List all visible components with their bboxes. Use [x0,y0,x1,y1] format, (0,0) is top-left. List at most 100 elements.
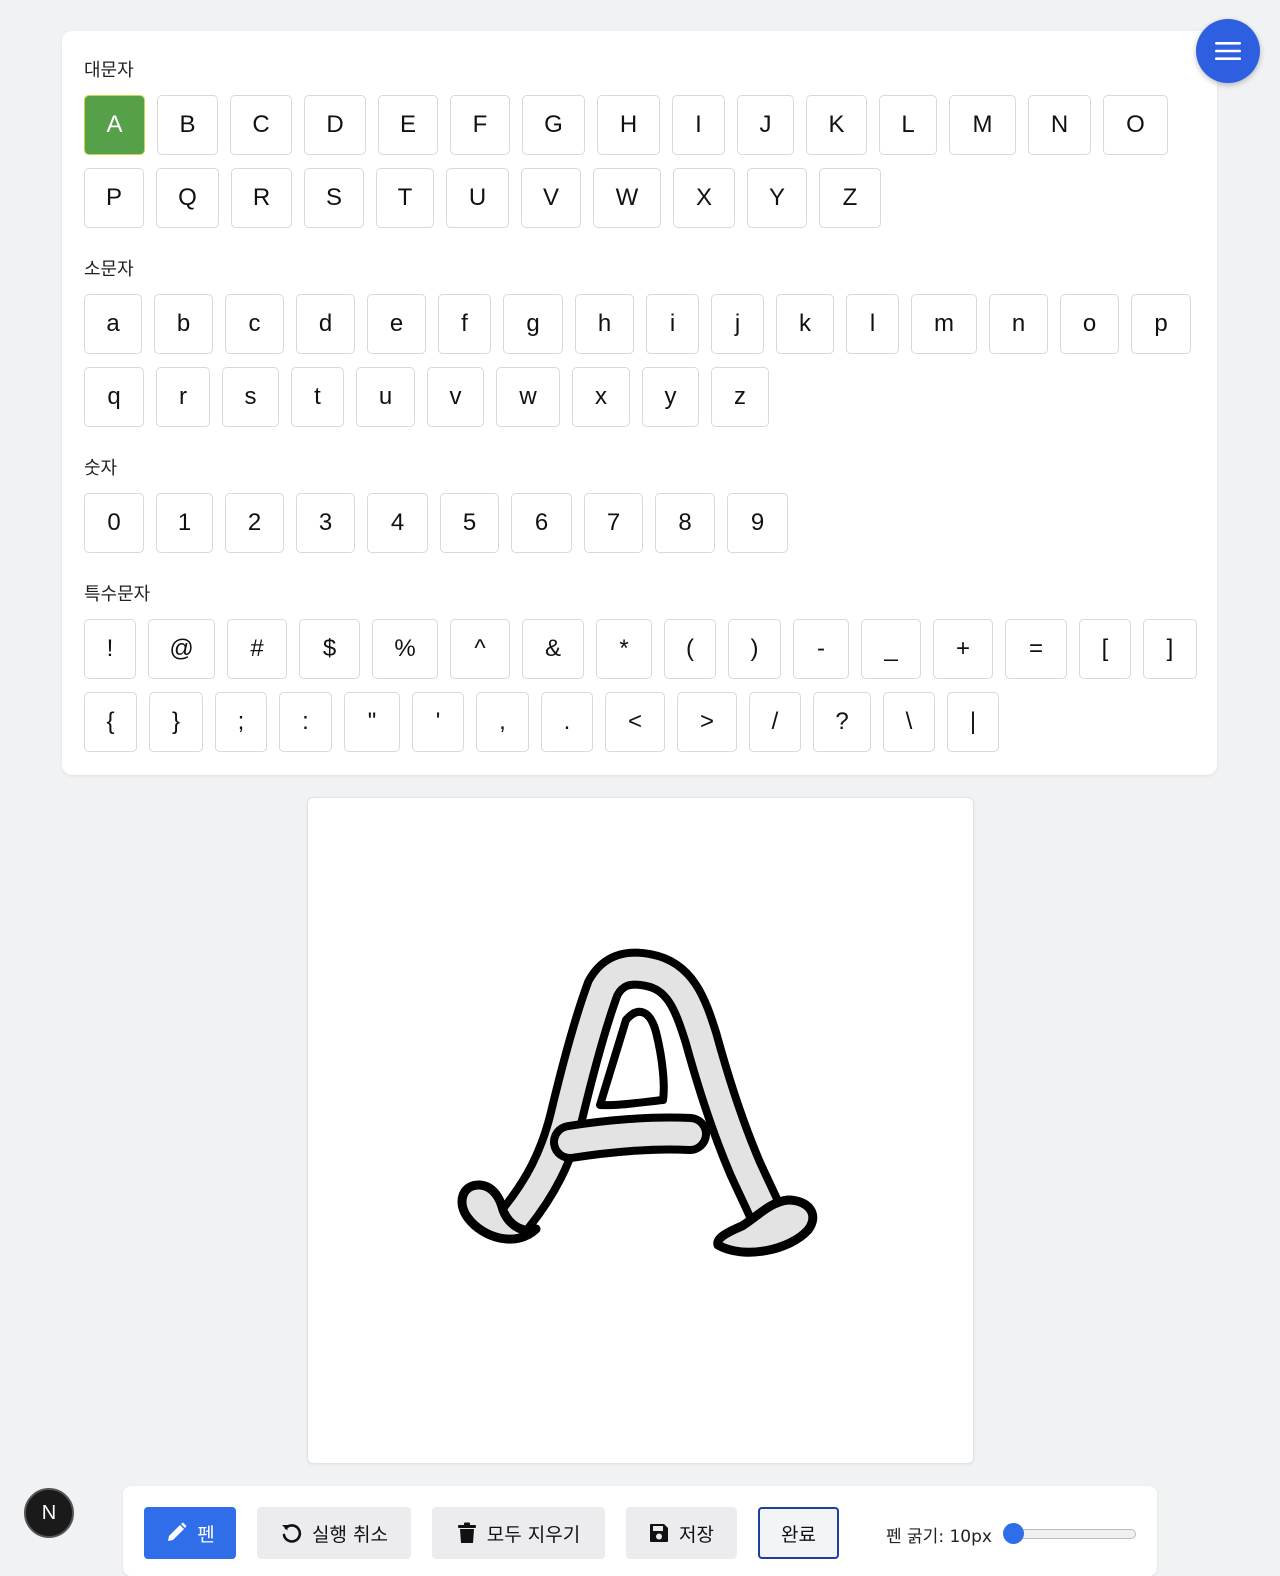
char-key[interactable]: % [372,619,438,679]
undo-button[interactable]: 실행 취소 [257,1507,411,1559]
char-key[interactable]: 2 [225,493,284,553]
char-key[interactable]: H [597,95,660,155]
char-key[interactable]: Y [747,168,807,228]
char-key[interactable]: q [84,367,144,427]
char-key[interactable]: # [227,619,287,679]
char-key[interactable]: a [84,294,142,354]
char-key[interactable]: ] [1143,619,1197,679]
char-key[interactable]: o [1060,294,1119,354]
char-key[interactable]: / [749,692,801,752]
char-key[interactable]: R [231,168,292,228]
char-key[interactable]: S [304,168,364,228]
char-key[interactable]: 5 [440,493,499,553]
char-key[interactable]: b [154,294,213,354]
char-key[interactable]: p [1131,294,1191,354]
pen-thickness-slider[interactable] [1013,1529,1136,1539]
char-key[interactable]: @ [148,619,215,679]
drawing-canvas[interactable] [307,797,974,1464]
char-key[interactable]: & [522,619,584,679]
char-key[interactable]: * [596,619,652,679]
char-key[interactable]: V [521,168,581,228]
char-key[interactable]: l [846,294,899,354]
char-key[interactable]: x [572,367,630,427]
char-key[interactable]: " [344,692,400,752]
char-key[interactable]: 8 [655,493,715,553]
char-key[interactable]: u [356,367,415,427]
char-key[interactable]: < [605,692,665,752]
char-key[interactable]: 0 [84,493,144,553]
char-key[interactable]: k [776,294,834,354]
char-key[interactable]: C [230,95,292,155]
save-button[interactable]: 저장 [626,1507,737,1559]
char-key[interactable]: = [1005,619,1067,679]
char-key[interactable]: M [949,95,1016,155]
char-key[interactable]: ' [412,692,464,752]
char-key[interactable]: h [575,294,634,354]
char-key[interactable]: I [672,95,725,155]
char-key[interactable]: E [378,95,438,155]
char-key[interactable]: , [476,692,529,752]
char-key[interactable]: z [711,367,769,427]
char-key[interactable]: 9 [727,493,788,553]
char-key-selected[interactable]: A [84,95,145,155]
char-key[interactable]: . [541,692,593,752]
char-key[interactable]: 3 [296,493,355,553]
char-key[interactable]: m [911,294,977,354]
char-key[interactable]: $ [299,619,360,679]
char-key[interactable]: Z [819,168,881,228]
char-key[interactable]: F [450,95,510,155]
char-key[interactable]: c [225,294,284,354]
char-key[interactable]: : [279,692,332,752]
char-key[interactable]: X [673,168,735,228]
char-key[interactable]: ) [728,619,781,679]
char-key[interactable]: f [438,294,491,354]
char-key[interactable]: P [84,168,144,228]
char-key[interactable]: K [806,95,867,155]
char-key[interactable]: ( [664,619,716,679]
char-key[interactable]: d [296,294,355,354]
char-key[interactable]: r [156,367,210,427]
char-key[interactable]: w [496,367,560,427]
char-key[interactable]: - [793,619,849,679]
char-key[interactable]: s [222,367,279,427]
char-key[interactable]: N [1028,95,1091,155]
menu-button[interactable] [1196,19,1260,83]
char-key[interactable]: } [149,692,203,752]
clear-all-button[interactable]: 모두 지우기 [432,1507,605,1559]
char-key[interactable]: | [947,692,999,752]
char-key[interactable]: G [522,95,585,155]
char-key[interactable]: T [376,168,434,228]
done-button[interactable]: 완료 [758,1507,839,1559]
char-key[interactable]: B [157,95,218,155]
char-key[interactable]: _ [861,619,921,679]
char-key[interactable]: 4 [367,493,428,553]
pen-thickness-slider-thumb[interactable] [1003,1523,1024,1544]
char-key[interactable]: W [593,168,661,228]
char-key[interactable]: v [427,367,484,427]
char-key[interactable]: { [84,692,137,752]
char-key[interactable]: i [646,294,699,354]
dev-indicator-badge[interactable]: N [24,1488,74,1538]
char-key[interactable]: 7 [584,493,643,553]
char-key[interactable]: g [503,294,563,354]
char-key[interactable]: + [933,619,993,679]
char-key[interactable]: e [367,294,426,354]
char-key[interactable]: O [1103,95,1168,155]
char-key[interactable]: U [446,168,509,228]
char-key[interactable]: J [737,95,794,155]
char-key[interactable]: 6 [511,493,572,553]
char-key[interactable]: j [711,294,764,354]
char-key[interactable]: Q [156,168,219,228]
char-key[interactable]: ? [813,692,871,752]
char-key[interactable]: y [642,367,699,427]
char-key[interactable]: ^ [450,619,510,679]
char-key[interactable]: L [879,95,937,155]
char-key[interactable]: 1 [156,493,213,553]
char-key[interactable]: D [304,95,366,155]
char-key[interactable]: ! [84,619,136,679]
char-key[interactable]: > [677,692,737,752]
char-key[interactable]: n [989,294,1048,354]
char-key[interactable]: [ [1079,619,1131,679]
char-key[interactable]: t [291,367,344,427]
pen-button[interactable]: 펜 [144,1507,236,1559]
